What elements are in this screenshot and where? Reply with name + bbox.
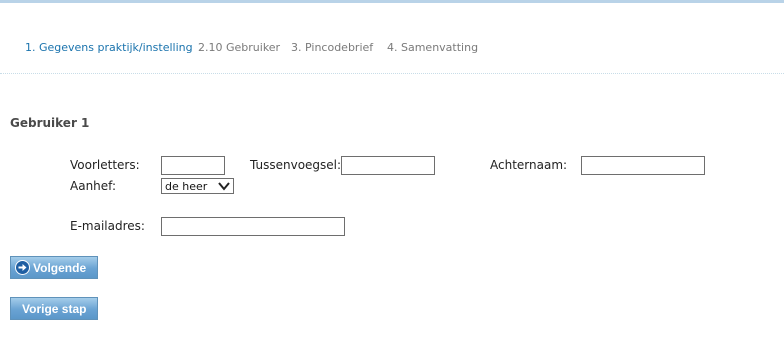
- surname-label: Achternaam:: [490, 158, 568, 172]
- surname-input[interactable]: [581, 156, 705, 175]
- step-gebruiker[interactable]: 2.10 Gebruiker: [198, 41, 280, 54]
- salutation-select[interactable]: de heer: [161, 178, 234, 194]
- arrow-right-circle-icon: [15, 260, 30, 275]
- infix-input[interactable]: [341, 156, 435, 175]
- chevron-down-icon: [218, 182, 230, 191]
- initials-label: Voorletters:: [70, 158, 140, 172]
- next-button[interactable]: Volgende: [10, 256, 98, 279]
- infix-label: Tussenvoegsel:: [250, 158, 342, 172]
- salutation-label: Aanhef:: [70, 179, 116, 193]
- wizard-steps: 1. Gegevens praktijk/instelling 2.10 Geb…: [0, 40, 784, 73]
- section-title: Gebruiker 1: [10, 116, 90, 130]
- initials-input[interactable]: [161, 156, 225, 175]
- top-border: [0, 0, 784, 3]
- next-button-label: Volgende: [33, 261, 87, 275]
- step-pincodebrief[interactable]: 3. Pincodebrief: [291, 41, 373, 54]
- email-label: E-mailadres:: [70, 219, 145, 233]
- salutation-selected-value: de heer: [165, 180, 208, 193]
- email-input[interactable]: [161, 217, 345, 236]
- previous-step-button[interactable]: Vorige stap: [10, 297, 98, 320]
- steps-divider: [0, 73, 784, 74]
- step-samenvatting[interactable]: 4. Samenvatting: [387, 41, 478, 54]
- step-gegevens-praktijk[interactable]: 1. Gegevens praktijk/instelling: [25, 41, 193, 54]
- previous-step-button-label: Vorige stap: [22, 302, 87, 316]
